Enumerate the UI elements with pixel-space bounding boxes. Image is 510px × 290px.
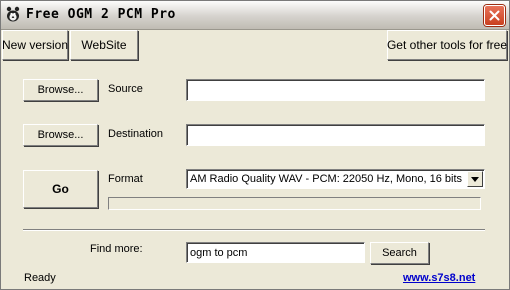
find-more-label: Find more: (90, 243, 143, 255)
search-input[interactable] (187, 243, 364, 262)
format-selected-value: AM Radio Quality WAV - PCM: 22050 Hz, Mo… (190, 173, 463, 185)
format-label: Format (108, 173, 143, 185)
website-link[interactable]: www.s7s8.net (403, 272, 475, 284)
search-button[interactable]: Search (370, 242, 429, 264)
status-text: Ready (24, 272, 56, 284)
close-icon (489, 10, 500, 21)
destination-input[interactable] (187, 125, 484, 145)
destination-field[interactable] (186, 124, 485, 146)
source-label: Source (108, 83, 143, 95)
new-version-button[interactable]: New version (2, 30, 68, 60)
go-button[interactable]: Go (23, 170, 98, 208)
search-field[interactable] (186, 242, 365, 263)
destination-label: Destination (108, 128, 164, 140)
format-select[interactable]: AM Radio Quality WAV - PCM: 22050 Hz, Mo… (186, 169, 485, 189)
chevron-down-icon (471, 176, 479, 182)
progress-bar (108, 197, 481, 210)
app-icon (6, 6, 20, 22)
close-button[interactable] (484, 5, 505, 26)
browse-destination-button[interactable]: Browse... (23, 124, 98, 146)
source-field[interactable] (186, 79, 485, 101)
browse-source-button[interactable]: Browse... (23, 79, 98, 101)
window-title: Free OGM 2 PCM Pro (26, 7, 176, 22)
divider (23, 229, 485, 231)
other-tools-button[interactable]: Get other tools for free (387, 30, 507, 60)
website-button[interactable]: WebSite (70, 30, 138, 60)
source-input[interactable] (187, 80, 484, 100)
format-dropdown-button[interactable] (467, 171, 483, 187)
